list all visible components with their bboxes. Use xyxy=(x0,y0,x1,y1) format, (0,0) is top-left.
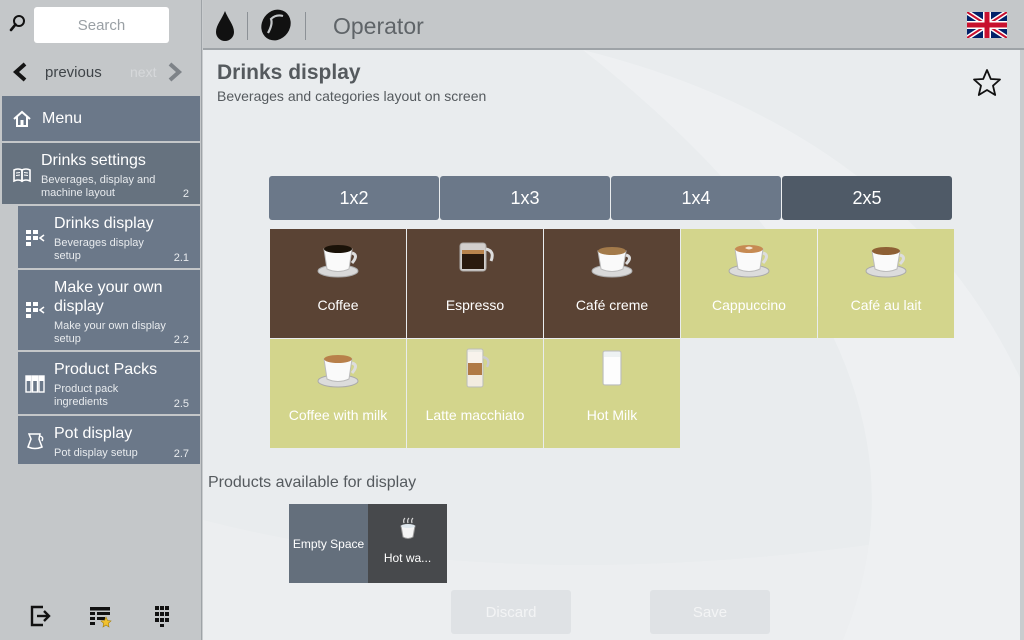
sidebar-item-title: Make your own display xyxy=(54,279,163,315)
keypad-icon[interactable] xyxy=(150,604,174,628)
sidebar-item-number: 2 xyxy=(182,188,189,200)
sidebar-item-drinks-display[interactable]: Drinks display Beverages display setup 2… xyxy=(18,206,200,268)
drink-tile-cafe-au-lait[interactable]: Café au lait xyxy=(818,229,954,338)
sidebar-item-number: 2.7 xyxy=(173,448,189,460)
coffee-bean-icon[interactable] xyxy=(259,8,293,42)
search-icon[interactable] xyxy=(9,14,27,34)
cup-cappuccino-icon xyxy=(728,245,770,278)
available-product-hot-water[interactable]: Hot wa... xyxy=(368,504,447,583)
header-title: Operator xyxy=(333,13,424,39)
save-button[interactable]: Save xyxy=(650,590,770,634)
glass-latte-macchiato-icon xyxy=(466,348,490,388)
drink-label: Café au lait xyxy=(850,297,922,313)
chevron-right-icon xyxy=(169,62,183,82)
drink-tile-hot-milk[interactable]: Hot Milk xyxy=(544,339,680,448)
tab-layout-2x5[interactable]: 2x5 xyxy=(782,176,952,220)
tab-layout-1x3[interactable]: 1x3 xyxy=(440,176,610,220)
sidebar: previous next Menu xyxy=(0,0,202,640)
sidebar-item-number: 2.2 xyxy=(173,334,189,346)
cup-black-coffee-icon xyxy=(317,245,359,278)
next-label: next xyxy=(130,64,157,80)
drink-label: Café creme xyxy=(575,297,649,313)
sidebar-item-subtitle: Beverages display setup xyxy=(54,237,144,262)
sidebar-item-subtitle: Pot display setup xyxy=(54,447,138,459)
sidebar-item-number: 2.5 xyxy=(173,398,189,410)
drinks-grid: Coffee Espresso Café creme Cappuccino Ca… xyxy=(270,229,954,449)
sidebar-item-menu[interactable]: Menu xyxy=(2,96,200,141)
hot-water-cup-icon xyxy=(400,517,416,539)
drink-tile-coffee[interactable]: Coffee xyxy=(270,229,406,338)
header-separator xyxy=(247,12,248,40)
product-packs-icon xyxy=(25,375,45,393)
available-product-empty-space[interactable]: Empty Space xyxy=(289,504,368,583)
bottom-toolbar xyxy=(0,600,202,630)
coffee-pot-icon xyxy=(27,433,44,450)
page-title: Drinks display xyxy=(217,61,361,84)
drink-tile-coffee-with-milk[interactable]: Coffee with milk xyxy=(270,339,406,448)
sidebar-item-subtitle: Product pack ingredients xyxy=(54,383,119,408)
cup-coffee-with-milk-icon xyxy=(317,355,359,388)
drink-label: Coffee with milk xyxy=(288,407,388,423)
tab-layout-1x2[interactable]: 1x2 xyxy=(269,176,439,220)
header: Operator xyxy=(203,0,1024,50)
glass-hot-milk-icon xyxy=(602,350,622,386)
menu-label: Menu xyxy=(42,109,83,127)
glass-espresso-icon xyxy=(459,242,494,272)
cup-cafe-creme-icon xyxy=(591,247,633,278)
sidebar-item-subtitle: Beverages, display and machine layout xyxy=(41,174,156,199)
drink-tile-cafe-creme[interactable]: Café creme xyxy=(544,229,680,338)
search-input[interactable] xyxy=(34,7,169,43)
search-row xyxy=(0,0,202,50)
chevron-left-icon xyxy=(12,62,27,82)
next-button: next xyxy=(130,60,184,84)
sidebar-item-number: 2.1 xyxy=(173,252,189,264)
main-panel: Drinks display Beverages and categories … xyxy=(203,50,1021,640)
operator-app: previous next Menu xyxy=(0,0,1024,640)
sidebar-item-product-packs[interactable]: Product Packs Product pack ingredients 2… xyxy=(18,352,200,414)
drink-tile-latte-macchiato[interactable]: Latte macchiato xyxy=(407,339,543,448)
previous-label: previous xyxy=(45,63,102,81)
discard-button[interactable]: Discard xyxy=(451,590,571,634)
layout-tabs: 1x2 1x3 1x4 2x5 xyxy=(269,176,954,220)
star-icon[interactable] xyxy=(972,68,1002,98)
drink-tile-cappuccino[interactable]: Cappuccino xyxy=(681,229,817,338)
header-separator xyxy=(305,12,306,40)
available-product-label: Hot wa... xyxy=(383,551,432,565)
sidebar-item-drinks-settings[interactable]: Drinks settings Beverages, display and m… xyxy=(2,143,200,204)
sidebar-item-pot-display[interactable]: Pot display Pot display setup 2.7 xyxy=(18,416,200,464)
favorites-list-icon[interactable] xyxy=(89,604,113,628)
uk-flag-icon[interactable] xyxy=(967,12,1007,38)
available-product-label: Empty Space xyxy=(292,537,365,551)
cup-cafe-au-lait-icon xyxy=(865,247,907,278)
tab-layout-1x4[interactable]: 1x4 xyxy=(611,176,781,220)
drink-label: Espresso xyxy=(445,297,505,313)
previous-button[interactable]: previous xyxy=(10,60,102,84)
water-drop-icon[interactable] xyxy=(214,10,236,42)
grid-arrow-icon xyxy=(26,230,45,246)
sidebar-item-subtitle: Make your own display setup xyxy=(54,320,166,345)
history-nav: previous next xyxy=(0,52,202,92)
drink-label: Latte macchiato xyxy=(425,407,525,423)
drink-label: Coffee xyxy=(317,297,359,313)
home-icon xyxy=(13,110,31,127)
available-products-label: Products available for display xyxy=(208,474,417,491)
sidebar-item-title: Drinks settings xyxy=(41,152,146,169)
sidebar-item-title: Product Packs xyxy=(54,361,158,378)
grid-arrow-icon xyxy=(26,302,45,318)
drink-tile-espresso[interactable]: Espresso xyxy=(407,229,543,338)
sidebar-item-title: Pot display xyxy=(54,425,133,442)
open-book-icon xyxy=(13,168,31,183)
page-subtitle: Beverages and categories layout on scree… xyxy=(217,88,487,104)
drink-label: Hot Milk xyxy=(586,407,638,423)
exit-icon[interactable] xyxy=(29,604,53,628)
sidebar-item-make-your-own-display[interactable]: Make your own display Make your own disp… xyxy=(18,270,200,350)
sidebar-item-title: Drinks display xyxy=(54,215,154,232)
drink-label: Cappuccino xyxy=(712,297,786,313)
